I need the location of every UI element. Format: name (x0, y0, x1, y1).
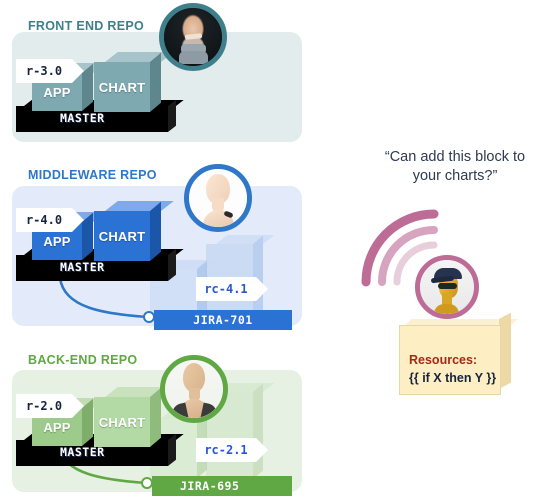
branch-node-middleware (143, 311, 155, 323)
diagram-canvas: FRONT END REPO MASTER APP CHART r-3.0 MI… (0, 0, 547, 501)
avatar-image-middleware (189, 169, 247, 227)
rc-tag-backend[interactable]: rc-2.1 (196, 438, 268, 462)
block-label: CHART (98, 228, 146, 244)
rc-tag-text: rc-4.1 (204, 282, 248, 296)
branch-bar-jira-695[interactable]: JIRA-695 (152, 476, 292, 496)
avatar-backend-owner[interactable] (160, 355, 228, 423)
avatar-frontend-owner[interactable] (159, 3, 227, 71)
release-tag-text: r-3.0 (25, 64, 63, 78)
avatar-requester[interactable] (415, 255, 479, 319)
block-label: APP (43, 84, 71, 100)
block-backend-chart[interactable]: CHART (94, 387, 174, 447)
release-tag-text: r-2.0 (25, 399, 63, 413)
release-tag-backend[interactable]: r-2.0 (16, 394, 84, 418)
branch-label-frontend: MASTER (60, 111, 105, 125)
requester-quote: “Can add this block to your charts?” (375, 148, 535, 186)
release-tag-text: r-4.0 (25, 213, 63, 227)
avatar-image-requester (420, 260, 474, 314)
sunglasses-icon (437, 282, 458, 289)
resources-box[interactable]: Resources: {{ if X then Y }} (399, 312, 518, 395)
release-tag-frontend[interactable]: r-3.0 (16, 59, 84, 83)
avatar-image-backend (165, 360, 223, 418)
block-label: CHART (98, 79, 146, 95)
panel-label-middleware: MIDDLEWARE REPO (28, 168, 157, 182)
panel-label-frontend: FRONT END REPO (28, 19, 145, 33)
quote-line-1: “Can add this block to (384, 149, 526, 165)
branch-label-middleware: MASTER (60, 260, 105, 274)
quote-line-2: your charts?” (412, 168, 498, 184)
branch-ticket-label: JIRA-695 (180, 479, 240, 493)
block-label: CHART (98, 414, 146, 430)
release-tag-middleware[interactable]: r-4.0 (16, 208, 84, 232)
resources-code: {{ if X then Y }} (409, 371, 497, 385)
block-label: APP (43, 419, 71, 435)
block-frontend-chart[interactable]: CHART (94, 52, 174, 112)
rc-tag-text: rc-2.1 (204, 443, 248, 457)
avatar-middleware-owner[interactable] (184, 164, 252, 232)
resources-title: Resources: (409, 353, 478, 367)
branch-node-backend (141, 477, 153, 489)
block-middleware-chart[interactable]: CHART (94, 201, 174, 261)
branch-label-backend: MASTER (60, 445, 105, 459)
avatar-image-frontend (164, 8, 222, 66)
branch-bar-jira-701[interactable]: JIRA-701 (154, 310, 292, 330)
rc-tag-middleware[interactable]: rc-4.1 (196, 277, 268, 301)
branch-ticket-label: JIRA-701 (193, 313, 253, 327)
block-label: APP (43, 233, 71, 249)
panel-label-backend: BACK-END REPO (28, 353, 138, 367)
